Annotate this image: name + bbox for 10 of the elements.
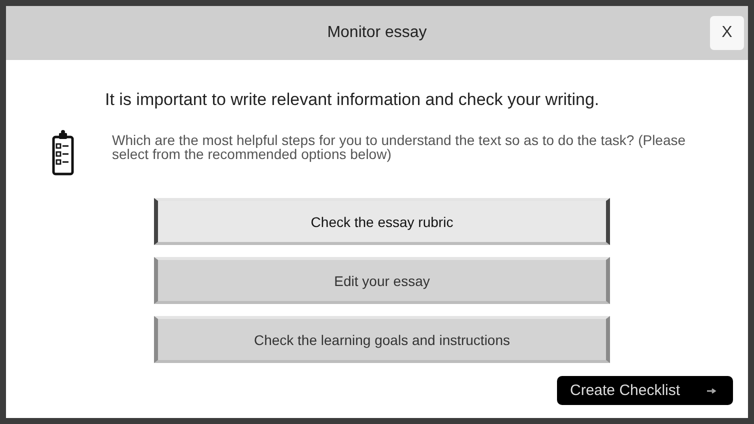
clipboard-checklist-icon bbox=[52, 129, 74, 177]
option-button[interactable]: Edit your essay bbox=[154, 257, 610, 304]
arrow-icon bbox=[707, 388, 717, 394]
close-button[interactable]: X bbox=[710, 16, 744, 50]
intro-text: It is important to write relevant information and check your writing. bbox=[105, 90, 600, 110]
option-button[interactable]: Check the essay rubric bbox=[154, 198, 610, 245]
create-checklist-button[interactable]: Create Checklist bbox=[557, 376, 733, 405]
option-button[interactable]: Check the learning goals and instructions bbox=[154, 316, 610, 363]
question-text: Which are the most helpful steps for you to understand the text so as to do the task? (Please select from the recommended options below) bbox=[112, 133, 687, 161]
window-title: Monitor essay bbox=[327, 24, 427, 42]
